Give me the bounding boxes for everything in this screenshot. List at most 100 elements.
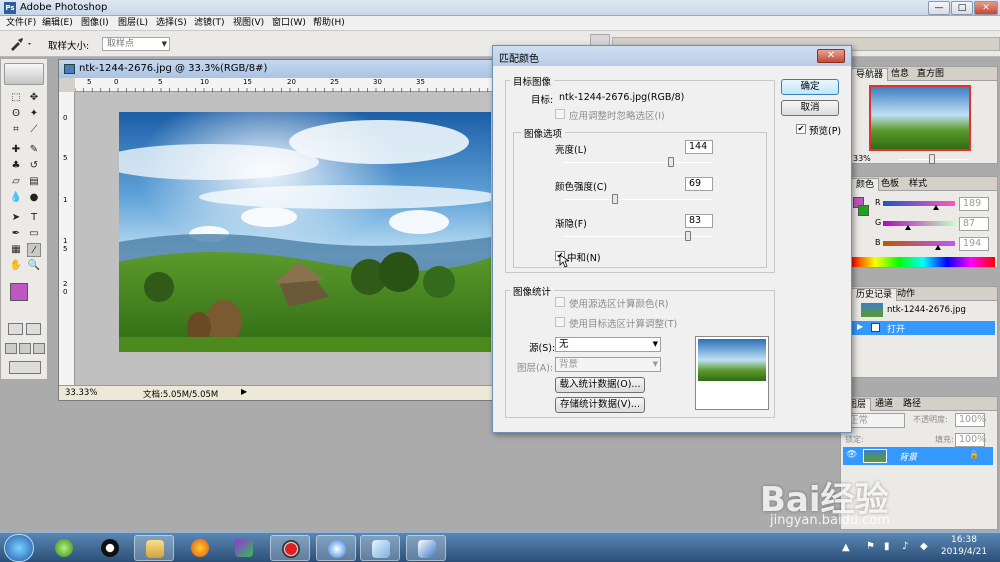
color-spectrum-bar[interactable]	[851, 257, 995, 267]
fill-value[interactable]: 100%	[955, 433, 986, 447]
start-button[interactable]	[4, 534, 34, 562]
taskbar-app-network[interactable]	[316, 535, 356, 561]
layer-row[interactable]: 👁 背景 🔒	[843, 447, 993, 465]
close-button[interactable]: ✕	[974, 1, 998, 15]
luminance-slider-thumb[interactable]	[668, 157, 674, 167]
fade-slider[interactable]	[563, 236, 713, 237]
layer-select[interactable]: 背景 ▼	[555, 357, 661, 372]
tab-history[interactable]: 历史记录	[851, 288, 898, 301]
tab-styles[interactable]: 样式	[905, 178, 931, 191]
navigator-zoom[interactable]: 33%	[853, 154, 871, 163]
use-source-selection-checkbox[interactable]	[555, 297, 565, 307]
menu-help[interactable]: 帮助(H)	[313, 17, 345, 30]
blue-slider[interactable]	[883, 241, 955, 246]
color-intensity-slider-thumb[interactable]	[611, 194, 618, 204]
blue-value[interactable]: 194	[959, 237, 989, 251]
menu-filter[interactable]: 滤镜(T)	[194, 17, 225, 30]
menu-edit[interactable]: 编辑(E)	[42, 17, 73, 30]
type-tool-icon[interactable]: T	[27, 211, 41, 225]
history-snapshot-name[interactable]: ntk-1244-2676.jpg	[887, 305, 966, 315]
taskbar-app-paper[interactable]	[360, 535, 400, 561]
taskbar-app-firefox[interactable]	[180, 535, 220, 561]
save-statistics-button[interactable]: 存储统计数据(V)...	[555, 397, 645, 413]
screen-mode-standard-icon[interactable]	[5, 343, 17, 354]
jump-to-imageready-icon[interactable]	[9, 361, 41, 374]
fade-input[interactable]: 83	[685, 214, 713, 228]
minimize-button[interactable]: —	[928, 1, 950, 15]
taskbar-app-green-sphere[interactable]	[44, 535, 84, 561]
color-intensity-slider[interactable]	[563, 199, 713, 200]
taskbar-app-folder[interactable]	[134, 535, 174, 561]
magic-wand-tool-icon[interactable]: ✦	[27, 107, 41, 121]
dialog-titlebar[interactable]: 匹配颜色 ✕	[493, 46, 851, 66]
tab-navigator[interactable]: 导航器	[851, 68, 889, 81]
taskbar-app-record[interactable]	[270, 535, 310, 561]
tray-volume-icon[interactable]: ♪	[902, 541, 908, 552]
clone-stamp-tool-icon[interactable]: ♣	[9, 159, 23, 173]
eyedropper-tool-icon[interactable]	[8, 36, 34, 52]
history-brush-source-icon[interactable]: ▶	[857, 322, 863, 331]
green-value[interactable]: 87	[959, 217, 989, 231]
screen-mode-fullscreen-icon[interactable]	[33, 343, 45, 354]
layer-name[interactable]: 背景	[899, 450, 917, 463]
hand-tool-icon[interactable]: ✋	[9, 259, 23, 273]
tab-swatches[interactable]: 色板	[877, 178, 903, 191]
load-statistics-button[interactable]: 载入统计数据(O)...	[555, 377, 645, 393]
preview-checkbox[interactable]: ✔	[796, 124, 806, 134]
green-slider-thumb[interactable]	[904, 225, 911, 230]
menu-view[interactable]: 视图(V)	[233, 17, 264, 30]
source-select[interactable]: 无 ▼	[555, 337, 661, 352]
marquee-tool-icon[interactable]: ⬚	[9, 91, 23, 105]
green-slider[interactable]	[883, 221, 955, 226]
history-footer-buttons[interactable]	[929, 367, 989, 376]
menu-image[interactable]: 图像(I)	[81, 17, 109, 30]
luminance-input[interactable]: 144	[685, 140, 713, 154]
red-value[interactable]: 189	[959, 197, 989, 211]
landscape-photo[interactable]	[119, 112, 491, 352]
taskbar-app-photoshop[interactable]	[406, 535, 446, 561]
taskbar-app-qq[interactable]	[90, 535, 130, 561]
tray-network-icon[interactable]: ▮	[884, 541, 890, 552]
fade-slider-thumb[interactable]	[684, 231, 691, 241]
screen-mode-full-icon[interactable]	[19, 343, 31, 354]
pen-tool-icon[interactable]: ✒	[9, 227, 23, 241]
document-titlebar[interactable]: ntk-1244-2676.jpg @ 33.3%(RGB/8#)	[59, 60, 492, 78]
tab-channels[interactable]: 通道	[871, 398, 897, 411]
blue-slider-thumb[interactable]	[934, 245, 941, 250]
tab-actions[interactable]: 动作	[893, 288, 919, 301]
lasso-tool-icon[interactable]: ʘ	[9, 107, 23, 121]
standard-mode-icon[interactable]	[8, 323, 23, 335]
menu-window[interactable]: 窗口(W)	[272, 17, 306, 30]
eraser-tool-icon[interactable]: ▱	[9, 175, 23, 189]
menu-select[interactable]: 选择(S)	[156, 17, 187, 30]
healing-brush-tool-icon[interactable]: ✚	[9, 143, 23, 157]
red-slider-thumb[interactable]	[933, 205, 940, 210]
taskbar-clock[interactable]: 16:38 2019/4/21	[938, 534, 990, 558]
eyedropper-tool-icon[interactable]: ⁄	[27, 243, 41, 257]
slice-tool-icon[interactable]: ⟋	[27, 123, 41, 137]
cancel-button[interactable]: 取消	[781, 100, 839, 116]
taskbar-app-video-player[interactable]	[224, 535, 264, 561]
blur-tool-icon[interactable]: 💧	[9, 191, 23, 205]
zoom-tool-icon[interactable]: 🔍	[27, 259, 41, 273]
ok-button[interactable]: 确定	[781, 79, 839, 95]
luminance-slider[interactable]	[563, 162, 713, 163]
brush-tool-icon[interactable]: ✎	[27, 143, 41, 157]
dialog-close-button[interactable]: ✕	[817, 49, 845, 63]
ignore-selection-checkbox[interactable]	[555, 109, 565, 119]
notes-tool-icon[interactable]: ▦	[9, 243, 23, 257]
eye-visibility-icon[interactable]: 👁	[846, 450, 857, 460]
blend-mode-select[interactable]: 正常	[845, 413, 905, 428]
gradient-tool-icon[interactable]: ▤	[27, 175, 41, 189]
color-background-swatch[interactable]	[858, 205, 869, 216]
history-snapshot-thumbnail[interactable]	[861, 303, 883, 317]
sample-size-dropdown[interactable]: 取样点 ▼	[102, 37, 170, 51]
menu-layer[interactable]: 图层(L)	[118, 17, 148, 30]
tab-paths[interactable]: 路径	[899, 398, 925, 411]
navigator-zoom-thumb[interactable]	[929, 154, 935, 164]
move-tool-icon[interactable]: ✥	[27, 91, 41, 105]
color-intensity-input[interactable]: 69	[685, 177, 713, 191]
foreground-color-swatch[interactable]	[10, 283, 28, 301]
status-menu-arrow-icon[interactable]: ▶	[241, 387, 247, 396]
canvas-area[interactable]	[75, 92, 492, 385]
